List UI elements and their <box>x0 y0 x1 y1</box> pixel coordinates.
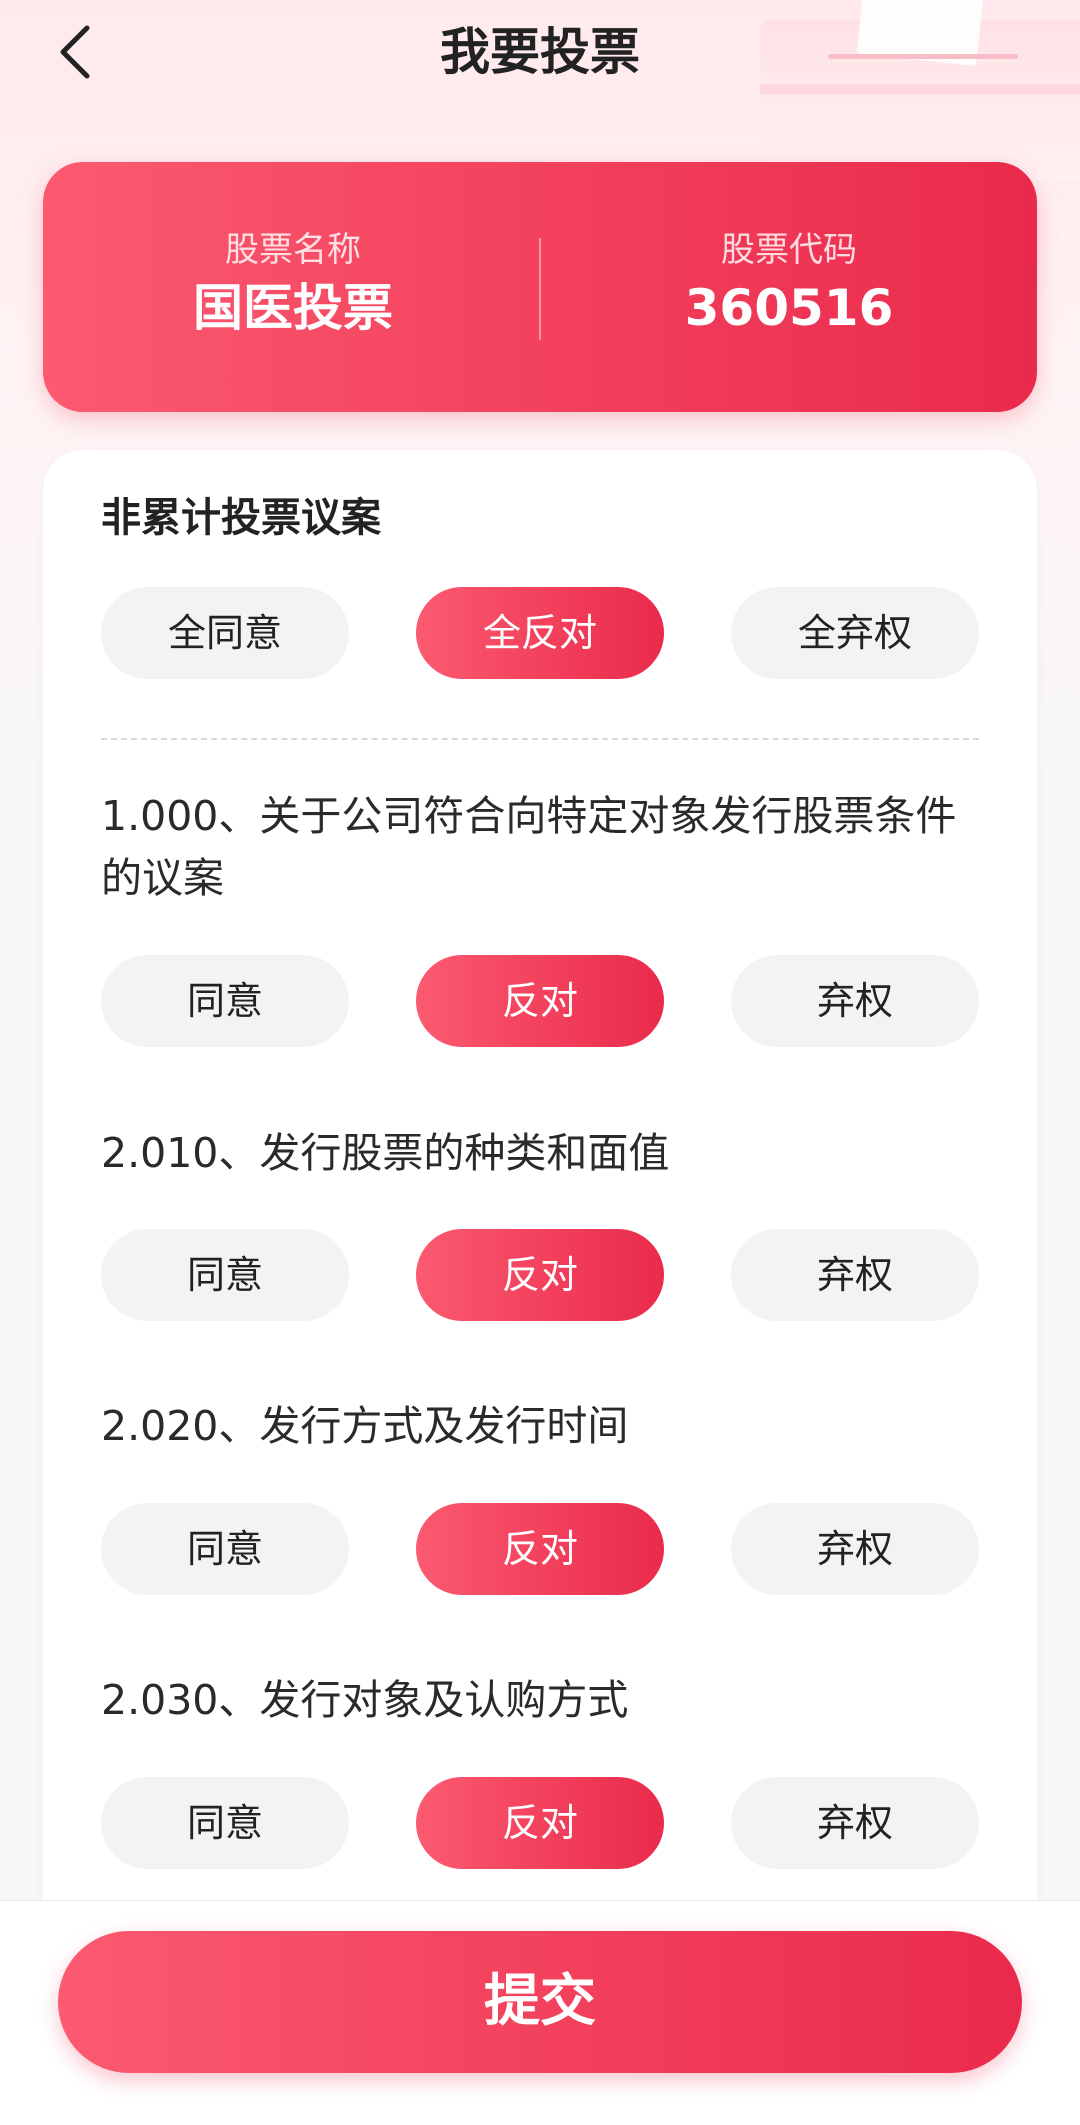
agree-all-button[interactable]: 全同意 <box>101 587 349 679</box>
stock-name-value: 国医投票 <box>193 279 393 337</box>
proposal-vote-row: 同意 反对 弃权 <box>101 1503 979 1595</box>
agree-button[interactable]: 同意 <box>101 955 349 1047</box>
agree-button[interactable]: 同意 <box>101 1777 349 1869</box>
proposal-title: 2.030、发行对象及认购方式 <box>101 1676 629 1724</box>
section-divider <box>101 738 979 740</box>
oppose-button[interactable]: 反对 <box>416 1503 664 1595</box>
submit-button[interactable]: 提交 <box>58 1931 1022 2073</box>
oppose-button[interactable]: 反对 <box>416 1777 664 1869</box>
section-title: 非累计投票议案 <box>101 495 381 541</box>
voting-card: 非累计投票议案 全同意 全反对 全弃权 1.000、关于公司符合向特定对象发行股… <box>43 450 1037 1950</box>
navigation-bar: 我要投票 <box>0 0 1080 110</box>
proposal-vote-row: 同意 反对 弃权 <box>101 1777 979 1869</box>
proposal-title: 1.000、关于公司符合向特定对象发行股票条件的议案 <box>101 792 957 902</box>
proposal-title: 2.010、发行股票的种类和面值 <box>101 1129 670 1177</box>
stock-divider <box>539 238 541 340</box>
abstain-button[interactable]: 弃权 <box>731 955 979 1047</box>
proposal-title: 2.020、发行方式及发行时间 <box>101 1402 629 1450</box>
stock-code-value: 360516 <box>684 279 894 337</box>
proposal-vote-row: 同意 反对 弃权 <box>101 1229 979 1321</box>
footer-bar: 提交 <box>0 1900 1080 2125</box>
oppose-all-button[interactable]: 全反对 <box>416 587 664 679</box>
abstain-button[interactable]: 弃权 <box>731 1503 979 1595</box>
stock-code-block: 股票代码 360516 <box>599 228 979 340</box>
agree-button[interactable]: 同意 <box>101 1503 349 1595</box>
abstain-button[interactable]: 弃权 <box>731 1229 979 1321</box>
page-title: 我要投票 <box>440 23 640 81</box>
oppose-button[interactable]: 反对 <box>416 1229 664 1321</box>
proposal-vote-row: 同意 反对 弃权 <box>101 955 979 1047</box>
stock-info-card: 股票名称 国医投票 股票代码 360516 <box>43 162 1037 412</box>
abstain-button[interactable]: 弃权 <box>731 1777 979 1869</box>
stock-name-block: 股票名称 国医投票 <box>103 228 483 340</box>
bulk-vote-row: 全同意 全反对 全弃权 <box>101 587 979 679</box>
agree-button[interactable]: 同意 <box>101 1229 349 1321</box>
oppose-button[interactable]: 反对 <box>416 955 664 1047</box>
stock-name-label: 股票名称 <box>225 230 361 270</box>
abstain-all-button[interactable]: 全弃权 <box>731 587 979 679</box>
stock-code-label: 股票代码 <box>721 230 857 270</box>
